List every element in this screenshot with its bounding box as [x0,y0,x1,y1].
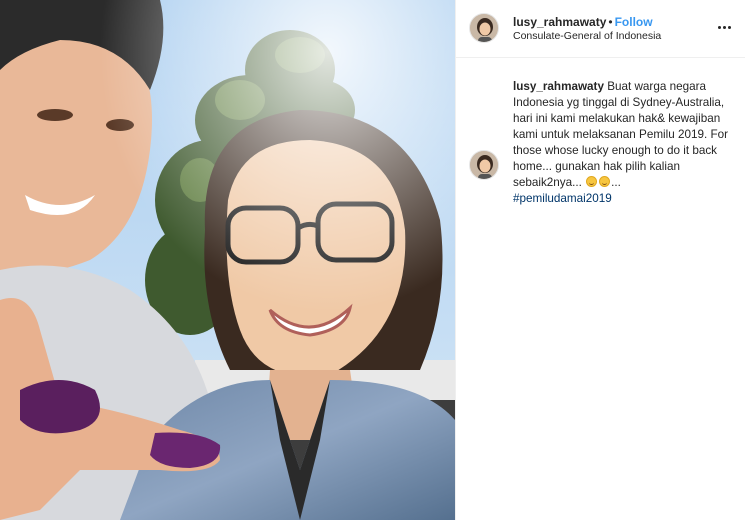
username-link[interactable]: lusy_rahmawaty [513,15,606,29]
post-side-panel: lusy_rahmawaty • Follow Consulate-General … [455,0,745,520]
post-header: lusy_rahmawaty • Follow Consulate-General … [456,0,745,58]
caption-body: Buat warga negara Indonesia yg tinggal d… [513,80,729,189]
more-horizontal-icon[interactable] [714,17,734,37]
caption-text: lusy_rahmawaty Buat warga negara Indones… [513,79,735,207]
instagram-post: lusy_rahmawaty • Follow Consulate-General … [0,0,745,520]
separator-dot: • [608,15,613,29]
hugging-face-icon [599,176,611,187]
caption-avatar[interactable] [469,150,499,180]
location-link[interactable]: Consulate-General of Indonesia [513,30,713,43]
hashtag-link[interactable]: #pemiludamai2019 [513,192,612,205]
profile-picture [470,151,498,179]
profile-picture [470,14,498,42]
caption-username-link[interactable]: lusy_rahmawaty [513,80,604,93]
selfie-photo [0,0,455,520]
avatar[interactable] [469,13,499,43]
smiling-face-icon [586,176,598,187]
follow-button[interactable]: Follow [615,15,653,29]
post-photo[interactable] [0,0,455,520]
caption-ellipsis: ... [611,176,621,189]
